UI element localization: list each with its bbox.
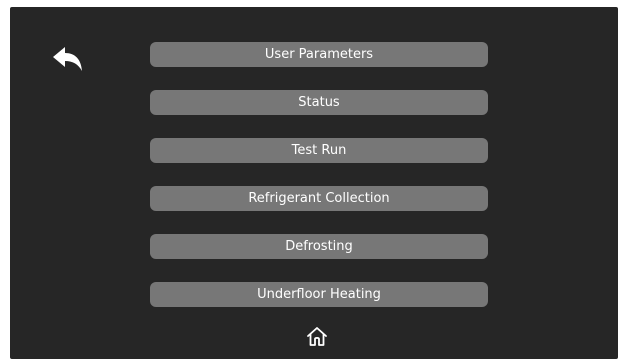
back-arrow-icon bbox=[53, 47, 82, 71]
status-button[interactable]: Status bbox=[150, 90, 488, 115]
underfloor-heating-button[interactable]: Underfloor Heating bbox=[150, 282, 488, 307]
test-run-button[interactable]: Test Run bbox=[150, 138, 488, 163]
device-screen: User Parameters Status Test Run Refriger… bbox=[10, 7, 618, 359]
back-button[interactable] bbox=[50, 45, 86, 75]
home-icon bbox=[307, 327, 327, 346]
refrigerant-collection-button[interactable]: Refrigerant Collection bbox=[150, 186, 488, 211]
settings-menu: User Parameters Status Test Run Refriger… bbox=[150, 42, 488, 330]
defrosting-button[interactable]: Defrosting bbox=[150, 234, 488, 259]
home-button[interactable] bbox=[306, 325, 328, 347]
user-parameters-button[interactable]: User Parameters bbox=[150, 42, 488, 67]
